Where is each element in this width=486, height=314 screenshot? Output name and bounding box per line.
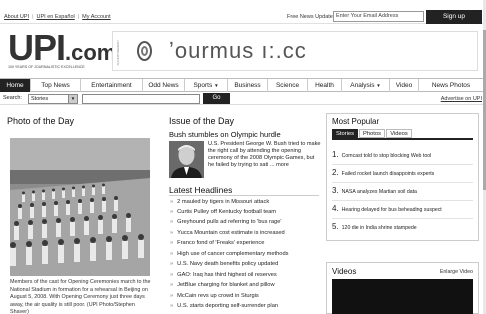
- bullet-icon: »: [170, 219, 174, 225]
- headline-link[interactable]: » U.S. starts deporting self-surrender pl…: [170, 303, 278, 309]
- popular-item[interactable]: 3. NASA analyzes Martian soil data: [332, 186, 417, 195]
- headline-link[interactable]: » Franco fond of 'Freaks' experience: [170, 240, 264, 246]
- most-popular-tabs: Stories Photos Videos: [332, 129, 473, 140]
- nav-home[interactable]: Home: [0, 79, 31, 92]
- popular-item[interactable]: 2. Failed rocket launch disappoints exper…: [332, 168, 434, 177]
- photo-of-day-caption: Members of the cast for Opening Ceremoni…: [10, 279, 151, 314]
- headline-link[interactable]: » GAO: Iraq has third highest oil reserve…: [170, 272, 277, 278]
- search-type-select[interactable]: Stories ▼: [28, 94, 78, 104]
- bullet-icon: »: [170, 272, 174, 278]
- ad-banner[interactable]: ADVERTISEMENT ʼourmus ı:.cc: [112, 31, 478, 71]
- issue-of-day-headline[interactable]: Bush stumbles on Olympic hurdle: [169, 130, 281, 139]
- advertise-link[interactable]: Advertise on UPI: [441, 96, 482, 102]
- nav-entertainment[interactable]: Entertainment: [81, 79, 143, 92]
- chevron-down-icon: ▼: [68, 95, 77, 103]
- bullet-icon: »: [170, 303, 174, 309]
- parade-photo: [10, 138, 150, 276]
- headline-link[interactable]: » JetBlue charging for blanket and pillow: [170, 282, 275, 288]
- tab-stories[interactable]: Stories: [332, 129, 358, 138]
- search-input[interactable]: [82, 94, 200, 104]
- popular-item[interactable]: 1. Comcast told to stop blocking Web tool: [332, 150, 431, 159]
- photo-of-day-title: Photo of the Day: [7, 116, 75, 126]
- headline-link[interactable]: » High use of cancer complementary method…: [170, 251, 288, 257]
- bullet-icon: »: [170, 209, 174, 215]
- email-field[interactable]: Enter Your Email Address: [333, 11, 424, 22]
- popular-item[interactable]: 4. Hearing delayed for bus beheading susp…: [332, 204, 442, 213]
- divider: [332, 218, 473, 219]
- ad-logo-inner-icon: [141, 46, 148, 56]
- most-popular-panel: Most Popular Stories Photos Videos 1. Com…: [326, 113, 479, 241]
- divider: [169, 195, 319, 196]
- bullet-icon: »: [170, 261, 174, 267]
- latest-headlines-title: Latest Headlines: [169, 185, 233, 195]
- link-my-account[interactable]: My Account: [82, 14, 110, 20]
- headline-link[interactable]: » Greyhound pulls ad referring to 'bus ra…: [170, 219, 281, 225]
- most-popular-title: Most Popular: [332, 117, 380, 126]
- nav-health[interactable]: Health: [308, 79, 342, 92]
- popular-item[interactable]: 5. 120 die in India shrine stampede: [332, 222, 417, 231]
- main-nav: Home Top News Entertainment Odd News Spo…: [0, 78, 486, 92]
- videos-title: Videos: [332, 267, 357, 276]
- bullet-icon: »: [170, 230, 174, 236]
- nav-top-news[interactable]: Top News: [31, 79, 81, 92]
- newsletter-label: Free News Update:: [287, 14, 335, 20]
- top-links: About UPI | UPI en Español | My Account: [4, 14, 114, 20]
- enlarge-video-link[interactable]: Enlarge Video: [440, 269, 473, 275]
- tab-videos[interactable]: Videos: [386, 129, 412, 138]
- video-player[interactable]: [332, 279, 473, 314]
- more-link[interactable]: more: [276, 162, 289, 168]
- ad-text: ʼourmus ı:.cc: [169, 38, 307, 63]
- nav-sports[interactable]: Sports ▼: [185, 79, 228, 92]
- tab-photos[interactable]: Photos: [359, 129, 385, 138]
- headline-link[interactable]: » 2 mauled by tigers in Missouri attack: [170, 199, 269, 205]
- chevron-down-icon: ▼: [376, 83, 381, 88]
- issue-of-day-image[interactable]: [169, 141, 204, 178]
- nav-business[interactable]: Business: [228, 79, 268, 92]
- ad-label: ADVERTISEMENT: [116, 40, 120, 66]
- photo-of-day-image[interactable]: [10, 138, 150, 276]
- headline-link[interactable]: » Yucca Mountain cost estimate is increas…: [170, 230, 285, 236]
- headline-link[interactable]: » U.S. Navy death benefits policy updated: [170, 261, 278, 267]
- separator: |: [32, 14, 34, 20]
- bullet-icon: »: [170, 240, 174, 246]
- signup-button[interactable]: Sign up: [426, 10, 482, 24]
- link-about-upi[interactable]: About UPI: [4, 14, 29, 20]
- divider: [332, 200, 473, 201]
- separator: |: [77, 14, 80, 20]
- headline-link[interactable]: » McCain revs up crowd in Sturgis: [170, 293, 259, 299]
- nav-science[interactable]: Science: [268, 79, 308, 92]
- videos-panel: Videos Enlarge Video: [326, 262, 479, 314]
- link-upi-espanol[interactable]: UPI en Español: [37, 14, 75, 20]
- nav-odd-news[interactable]: Odd News: [143, 79, 185, 92]
- bullet-icon: »: [170, 199, 174, 205]
- nav-news-photos[interactable]: News Photos: [419, 79, 483, 92]
- chevron-down-icon: ▼: [214, 83, 219, 88]
- search-go-button[interactable]: Go: [203, 93, 230, 104]
- site-logo[interactable]: UPI.com 100 YEARS OF JOURNALISTIC EXCELL…: [8, 28, 116, 70]
- headline-link[interactable]: » Curtis Pulley off Kentucky football tea…: [170, 209, 276, 215]
- divider: [332, 164, 473, 165]
- issue-of-day-summary: U.S. President George W. Bush tried to m…: [208, 141, 321, 168]
- top-bar: About UPI | UPI en Español | My Account Free…: [0, 0, 486, 24]
- bullet-icon: »: [170, 282, 174, 288]
- search-label: Search:: [3, 95, 22, 101]
- nav-video[interactable]: Video: [390, 79, 419, 92]
- logo-tagline: 100 YEARS OF JOURNALISTIC EXCELLENCE: [8, 65, 85, 69]
- issue-of-day-title: Issue of the Day: [169, 116, 235, 126]
- nav-analysis[interactable]: Analysis ▼: [342, 79, 390, 92]
- bullet-icon: »: [170, 293, 174, 299]
- portrait-photo: [169, 141, 204, 178]
- divider: [332, 182, 473, 183]
- search-bar: Search: Stories ▼ Go Advertise on UPI: [0, 93, 486, 105]
- bullet-icon: »: [170, 251, 174, 257]
